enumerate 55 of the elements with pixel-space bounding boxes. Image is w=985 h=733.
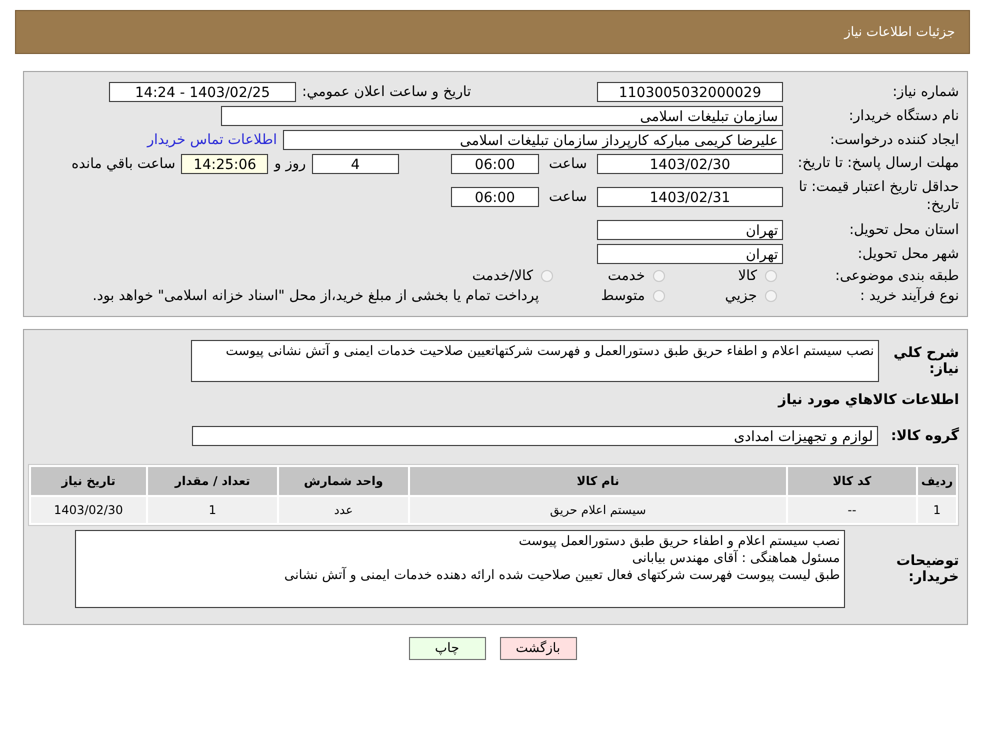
- table-cell: --: [788, 497, 916, 523]
- field-label: نام دستگاه خریدار:: [848, 108, 959, 124]
- field-label: حداقل تاریخ اعتبار قیمت: تا تاریخ:: [798, 178, 959, 215]
- category-radio[interactable]: کالا/خدمت: [453, 268, 553, 284]
- field-label: تاریخ و ساعت اعلان عمومي:: [302, 84, 471, 100]
- column-header: نام کالا: [410, 467, 786, 495]
- field-label: توضیحات خریدار:: [895, 553, 959, 585]
- table-cell: سیستم اعلام حریق: [410, 497, 786, 523]
- column-header: ردیف: [918, 467, 956, 495]
- column-header: واحد شمارش: [279, 467, 408, 495]
- buyer-contact-link[interactable]: اطلاعات تماس خریدار: [147, 132, 277, 148]
- need-number-field: 1103005032000029: [597, 82, 783, 102]
- buyer-notes-textarea: نصب سیستم اعلام و اطفاء حریق طبق دستورالعمل پیوست مسئول هماهنگی : آقای مهندس بیابانی طبق لیست پیوست فهرست شرکتهای فعال تعیین صلاحیت شده ارائه دهنده خدمات ایمنی و آتش نشانی: [75, 530, 845, 608]
- table-cell: 1: [148, 497, 277, 523]
- field-label: شرح کلي نیاز:: [892, 345, 959, 377]
- purchase-type-radio[interactable]: متوسط: [565, 288, 665, 304]
- section-heading: اطلاعات کالاهاي مورد نیاز: [776, 392, 959, 408]
- action-button[interactable]: چاپ: [408, 637, 486, 660]
- table-cell: عدد: [279, 497, 408, 523]
- field-label: شماره نیاز:: [892, 84, 959, 100]
- countdown-field: 14:25:06: [181, 154, 268, 174]
- deadline-time-field: 06:00: [450, 154, 539, 174]
- time-label: ساعت: [548, 189, 587, 205]
- days-field: 4: [312, 154, 399, 174]
- table-cell: 1: [918, 497, 956, 523]
- province-field: تهران: [597, 220, 783, 240]
- goods-group-field: لوازم و تجهیزات امدادی: [192, 426, 878, 446]
- validity-date-field: 1403/02/31: [597, 187, 783, 207]
- description-textarea: نصب سیستم اعلام و اطفاء حریق طبق دستورالعمل و فهرست شرکتهاتعیین صلاحیت خدمات ایمنی و آتش نشانی پیوست: [191, 340, 879, 382]
- city-field: تهران: [597, 244, 783, 264]
- purchase-type-radio[interactable]: جزيي: [677, 288, 777, 304]
- announce-date-field: 1403/02/25 - 14:24: [109, 82, 296, 102]
- payment-note: پرداخت تمام يا بخشی از مبلغ خرید،از محل "اسناد خزانه اسلامی" خواهد بود.: [92, 288, 539, 304]
- column-header: تاریخ نیاز: [31, 467, 146, 495]
- page-title: جزئیات اطلاعات نیاز: [844, 24, 955, 40]
- remaining-label: ساعت باقي مانده: [72, 156, 176, 172]
- field-label: شهر محل تحویل:: [856, 246, 959, 262]
- validity-time-field: 06:00: [450, 187, 539, 207]
- buyer-org-field: سازمان تبلیغات اسلامی: [221, 106, 783, 126]
- table-cell: 1403/02/30: [31, 497, 146, 523]
- deadline-date-field: 1403/02/30: [597, 154, 783, 174]
- field-label: ایجاد کننده درخواست:: [829, 132, 959, 148]
- field-label: طبقه بندی موضوعی:: [834, 268, 959, 284]
- field-label: نوع فرآیند خرید :: [859, 288, 959, 304]
- category-radio[interactable]: خدمت: [565, 268, 665, 284]
- time-label: ساعت: [548, 156, 587, 172]
- action-button[interactable]: بازگشت: [500, 637, 576, 660]
- field-label: استان محل تحویل:: [848, 222, 959, 238]
- category-radio[interactable]: کالا: [677, 268, 777, 284]
- requester-field: علیرضا کریمی مبارکه کارپرداز سازمان تبلیغات اسلامی: [283, 130, 783, 150]
- column-header: تعداد / مقدار: [148, 467, 277, 495]
- field-label: گروه کالا:: [890, 428, 959, 444]
- days-label: روز و: [274, 156, 306, 172]
- column-header: کد کالا: [788, 467, 916, 495]
- field-label: مهلت ارسال پاسخ: تا تاریخ:: [796, 154, 959, 173]
